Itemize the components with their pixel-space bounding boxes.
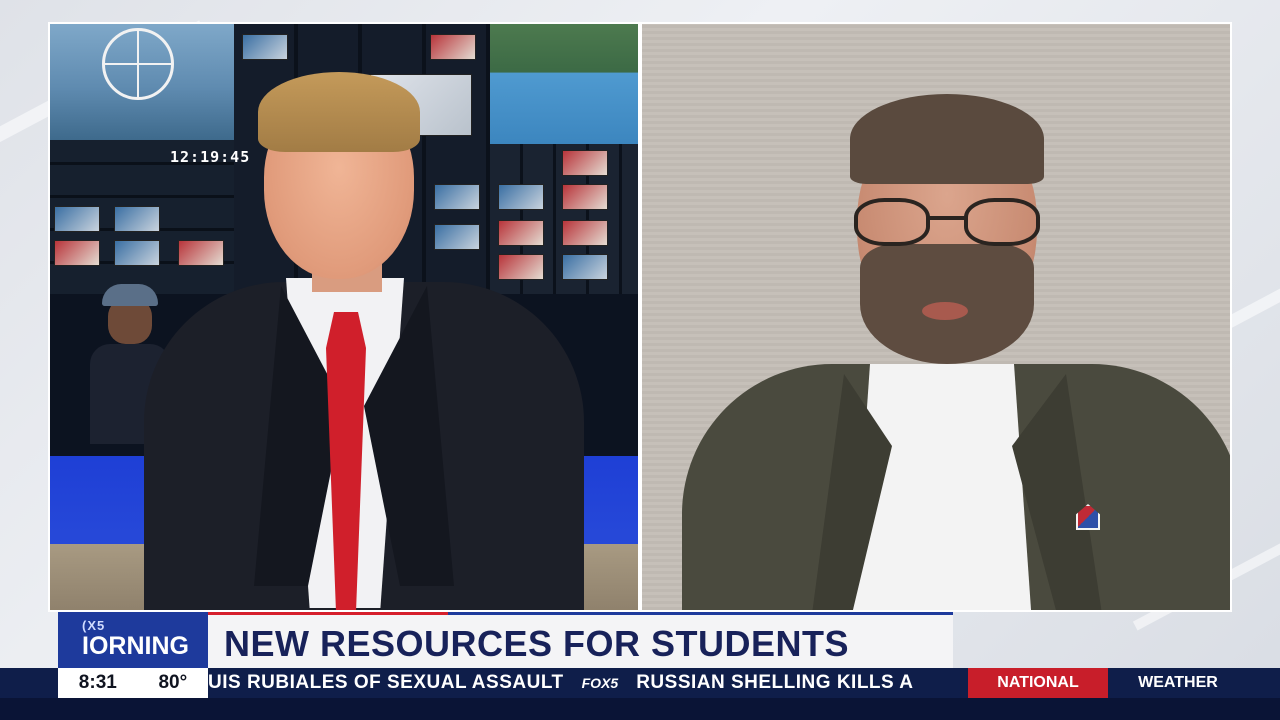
category-tag-weather: WEATHER — [1138, 674, 1218, 691]
current-temperature: 80° — [158, 672, 188, 693]
ticker-item: UIS RUBIALES OF SEXUAL ASSAULT — [208, 672, 564, 693]
logo-network: (X5 — [82, 618, 106, 633]
show-logo: (X5 IORNING — [58, 612, 208, 668]
ticker-bottom-strip — [0, 698, 1280, 720]
studio-anchor-panel: 12:19:45 — [48, 22, 640, 612]
ticker-item: RUSSIAN SHELLING KILLS A — [636, 672, 914, 693]
ticker-separator-logo: FOX5 — [581, 675, 619, 691]
current-time: 8:31 — [78, 672, 117, 693]
remote-guest-panel — [640, 22, 1232, 612]
category-tag-national: NATIONAL — [968, 668, 1108, 698]
ticker-crawl: UIS RUBIALES OF SEXUAL ASSAULT FOX5 RUSS… — [208, 668, 968, 698]
news-anchor — [144, 72, 584, 610]
eyeglasses — [854, 198, 1042, 246]
headline: NEW RESOURCES FOR STUDENTS — [224, 623, 850, 664]
headline-bar: NEW RESOURCES FOR STUDENTS — [208, 612, 953, 668]
time-temperature-box: 8:31 80° — [58, 668, 208, 698]
remote-guest — [682, 94, 1230, 610]
logo-show-name: IORNING — [82, 632, 189, 660]
headline-accent — [208, 612, 448, 615]
